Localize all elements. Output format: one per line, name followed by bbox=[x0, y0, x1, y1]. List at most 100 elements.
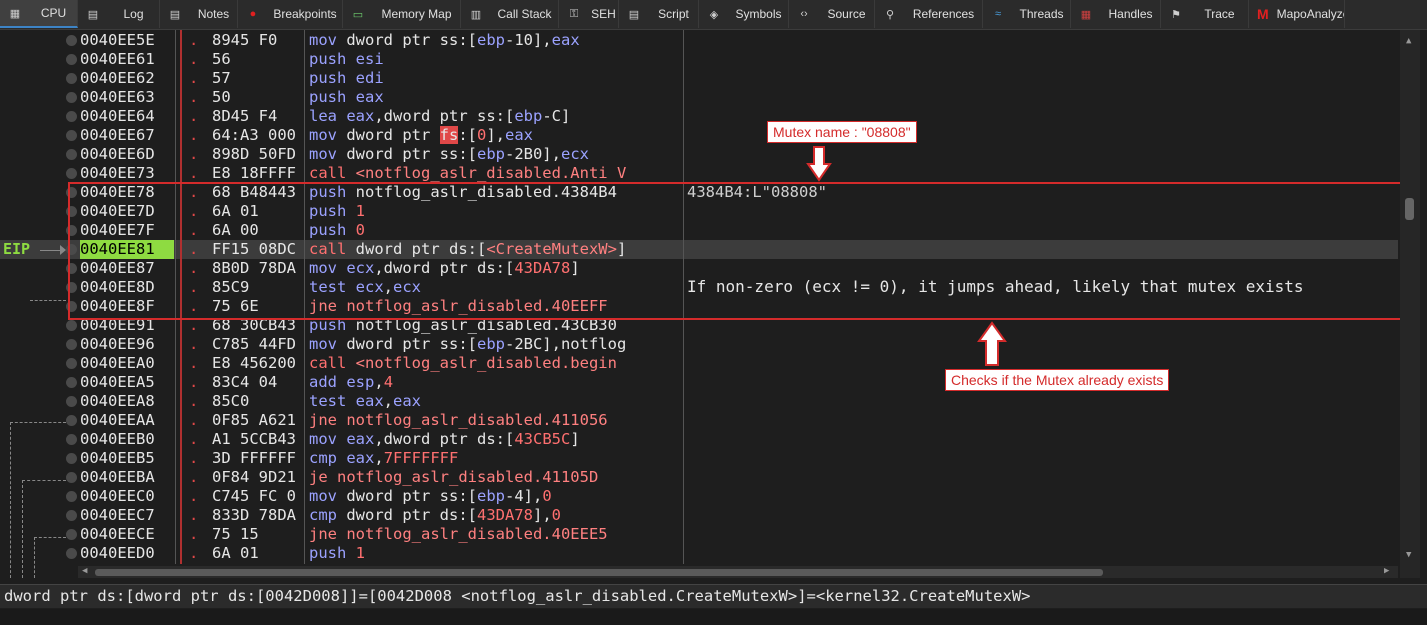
breakpoint-dot-icon[interactable] bbox=[66, 472, 77, 483]
instruction[interactable]: mov dword ptr fs:[0],eax bbox=[309, 126, 683, 145]
vertical-scrollbar[interactable]: ▲ ▼ bbox=[1400, 30, 1420, 578]
address[interactable]: 0040EEA8 bbox=[80, 392, 174, 411]
disasm-row[interactable]: 0040EECE. 75 15 jne notflog_aslr_disabled.… bbox=[0, 525, 1398, 544]
scroll-up-icon[interactable]: ▲ bbox=[1406, 36, 1411, 46]
address[interactable]: 0040EEBA bbox=[80, 468, 174, 487]
horizontal-scroll-thumb[interactable] bbox=[95, 569, 1103, 576]
instruction[interactable]: jne notflog_aslr_disabled.411056 bbox=[309, 411, 683, 430]
breakpoint-dot-icon[interactable] bbox=[66, 54, 77, 65]
disasm-row[interactable]: 0040EEBA. 0F84 9D21 je notflog_aslr_disabl… bbox=[0, 468, 1398, 487]
instruction[interactable]: mov dword ptr ss:[ebp-4],0 bbox=[309, 487, 683, 506]
breakpoint-dot-icon[interactable] bbox=[66, 415, 77, 426]
address[interactable]: 0040EE61 bbox=[80, 50, 174, 69]
breakpoint-dot-icon[interactable] bbox=[66, 339, 77, 350]
tab-source[interactable]: ‹› Source bbox=[789, 0, 875, 28]
breakpoint-dot-icon[interactable] bbox=[66, 35, 77, 46]
breakpoint-dot-icon[interactable] bbox=[66, 320, 77, 331]
breakpoint-dot-icon[interactable] bbox=[66, 73, 77, 84]
address[interactable]: 0040EEB0 bbox=[80, 430, 174, 449]
scroll-left-icon[interactable]: ◀ bbox=[82, 566, 87, 576]
disasm-row[interactable]: 0040EE63. 50 push eax bbox=[0, 88, 1398, 107]
breakpoint-dot-icon[interactable] bbox=[66, 453, 77, 464]
tab-call-stack[interactable]: ▥ Call Stack bbox=[461, 0, 559, 28]
vertical-scroll-thumb[interactable] bbox=[1405, 198, 1414, 220]
breakpoint-dot-icon[interactable] bbox=[66, 149, 77, 160]
tab-references[interactable]: ⚲ References bbox=[875, 0, 983, 28]
tab-symbols[interactable]: ◈ Symbols bbox=[699, 0, 789, 28]
address[interactable]: 0040EED0 bbox=[80, 544, 174, 563]
disasm-row[interactable]: 0040EEC0. C745 FC 0 mov dword ptr ss:[ebp-… bbox=[0, 487, 1398, 506]
breakpoint-dot-icon[interactable] bbox=[66, 92, 77, 103]
tab-trace[interactable]: ⚑ Trace bbox=[1161, 0, 1249, 28]
instruction[interactable]: jne notflog_aslr_disabled.40EEE5 bbox=[309, 525, 683, 544]
scroll-down-icon[interactable]: ▼ bbox=[1406, 550, 1411, 560]
address[interactable]: 0040EEC7 bbox=[80, 506, 174, 525]
tab-script[interactable]: ▤ Script bbox=[619, 0, 699, 28]
disasm-row[interactable]: 0040EEA5. 83C4 04 add esp,4 bbox=[0, 373, 1398, 392]
disasm-row[interactable]: 0040EEC7. 833D 78DA cmp dword ptr ds:[43DA… bbox=[0, 506, 1398, 525]
disasm-row[interactable]: 0040EEA8. 85C0 test eax,eax bbox=[0, 392, 1398, 411]
disasm-row[interactable]: 0040EE96. C785 44FD mov dword ptr ss:[ebp-… bbox=[0, 335, 1398, 354]
breakpoint-dot-icon[interactable] bbox=[66, 130, 77, 141]
instruction[interactable]: lea eax,dword ptr ss:[ebp-C] bbox=[309, 107, 683, 126]
instruction[interactable]: cmp eax,7FFFFFFF bbox=[309, 449, 683, 468]
tab-notes[interactable]: ▤ Notes bbox=[160, 0, 238, 28]
address[interactable]: 0040EEA0 bbox=[80, 354, 174, 373]
instruction[interactable]: call <notflog_aslr_disabled.Anti V bbox=[309, 164, 683, 183]
address[interactable]: 0040EE73 bbox=[80, 164, 174, 183]
tab-log[interactable]: ▤ Log bbox=[78, 0, 160, 28]
tab-cpu[interactable]: ▦ CPU bbox=[0, 0, 78, 28]
address[interactable]: 0040EECE bbox=[80, 525, 174, 544]
instruction[interactable]: push edi bbox=[309, 69, 683, 88]
disasm-row[interactable]: 0040EED0. 6A 01 push 1 bbox=[0, 544, 1398, 563]
address[interactable]: 0040EEA5 bbox=[80, 373, 174, 392]
address[interactable]: 0040EE96 bbox=[80, 335, 174, 354]
disasm-row[interactable]: 0040EE61. 56 push esi bbox=[0, 50, 1398, 69]
disasm-row[interactable]: 0040EEB0. A1 5CCB43 mov eax,dword ptr ds:[… bbox=[0, 430, 1398, 449]
breakpoint-dot-icon[interactable] bbox=[66, 358, 77, 369]
instruction[interactable]: push eax bbox=[309, 88, 683, 107]
disasm-row[interactable]: 0040EE67. 64:A3 000 mov dword ptr fs:[0],e… bbox=[0, 126, 1398, 145]
address[interactable]: 0040EE62 bbox=[80, 69, 174, 88]
address[interactable]: 0040EE6D bbox=[80, 145, 174, 164]
disasm-row[interactable]: 0040EEAA. 0F85 A621 jne notflog_aslr_disab… bbox=[0, 411, 1398, 430]
breakpoint-dot-icon[interactable] bbox=[66, 548, 77, 559]
horizontal-scrollbar[interactable]: ◀ ▶ bbox=[78, 566, 1398, 578]
breakpoint-dot-icon[interactable] bbox=[66, 510, 77, 521]
disasm-row[interactable]: 0040EE5E. 8945 F0 mov dword ptr ss:[ebp-10… bbox=[0, 31, 1398, 50]
breakpoint-dot-icon[interactable] bbox=[66, 396, 77, 407]
instruction[interactable]: mov dword ptr ss:[ebp-2BC],notflog bbox=[309, 335, 683, 354]
breakpoint-dot-icon[interactable] bbox=[66, 491, 77, 502]
breakpoint-dot-icon[interactable] bbox=[66, 168, 77, 179]
disasm-row[interactable]: 0040EEB5. 3D FFFFFF cmp eax,7FFFFFFF bbox=[0, 449, 1398, 468]
breakpoint-dot-icon[interactable] bbox=[66, 434, 77, 445]
disasm-row[interactable]: 0040EEA0. E8 456200 call <notflog_aslr_dis… bbox=[0, 354, 1398, 373]
tab-memory-map[interactable]: ▭ Memory Map bbox=[343, 0, 461, 28]
address[interactable]: 0040EEC0 bbox=[80, 487, 174, 506]
instruction[interactable]: test eax,eax bbox=[309, 392, 683, 411]
instruction[interactable]: cmp dword ptr ds:[43DA78],0 bbox=[309, 506, 683, 525]
address[interactable]: 0040EE64 bbox=[80, 107, 174, 126]
address[interactable]: 0040EE5E bbox=[80, 31, 174, 50]
tab-mapoanalyzer[interactable]: M MapoAnalyzer bbox=[1249, 0, 1345, 28]
address[interactable]: 0040EE63 bbox=[80, 88, 174, 107]
instruction[interactable]: mov dword ptr ss:[ebp-10],eax bbox=[309, 31, 683, 50]
breakpoint-dot-icon[interactable] bbox=[66, 111, 77, 122]
disasm-row[interactable]: 0040EE62. 57 push edi bbox=[0, 69, 1398, 88]
address[interactable]: 0040EEB5 bbox=[80, 449, 174, 468]
address[interactable]: 0040EE67 bbox=[80, 126, 174, 145]
breakpoint-dot-icon[interactable] bbox=[66, 377, 77, 388]
tab-seh[interactable]: ⚿ SEH bbox=[559, 0, 619, 28]
breakpoint-dot-icon[interactable] bbox=[66, 529, 77, 540]
tab-handles[interactable]: ▦ Handles bbox=[1071, 0, 1161, 28]
tab-breakpoints[interactable]: ● Breakpoints bbox=[238, 0, 343, 28]
instruction[interactable]: mov eax,dword ptr ds:[43CB5C] bbox=[309, 430, 683, 449]
instruction[interactable]: push 1 bbox=[309, 544, 683, 563]
disasm-row[interactable]: 0040EE64. 8D45 F4 lea eax,dword ptr ss:[eb… bbox=[0, 107, 1398, 126]
instruction[interactable]: add esp,4 bbox=[309, 373, 683, 392]
scroll-right-icon[interactable]: ▶ bbox=[1384, 566, 1389, 576]
instruction[interactable]: push esi bbox=[309, 50, 683, 69]
instruction[interactable]: mov dword ptr ss:[ebp-2B0],ecx bbox=[309, 145, 683, 164]
instruction[interactable]: je notflog_aslr_disabled.41105D bbox=[309, 468, 683, 487]
tab-threads[interactable]: ≈ Threads bbox=[983, 0, 1071, 28]
